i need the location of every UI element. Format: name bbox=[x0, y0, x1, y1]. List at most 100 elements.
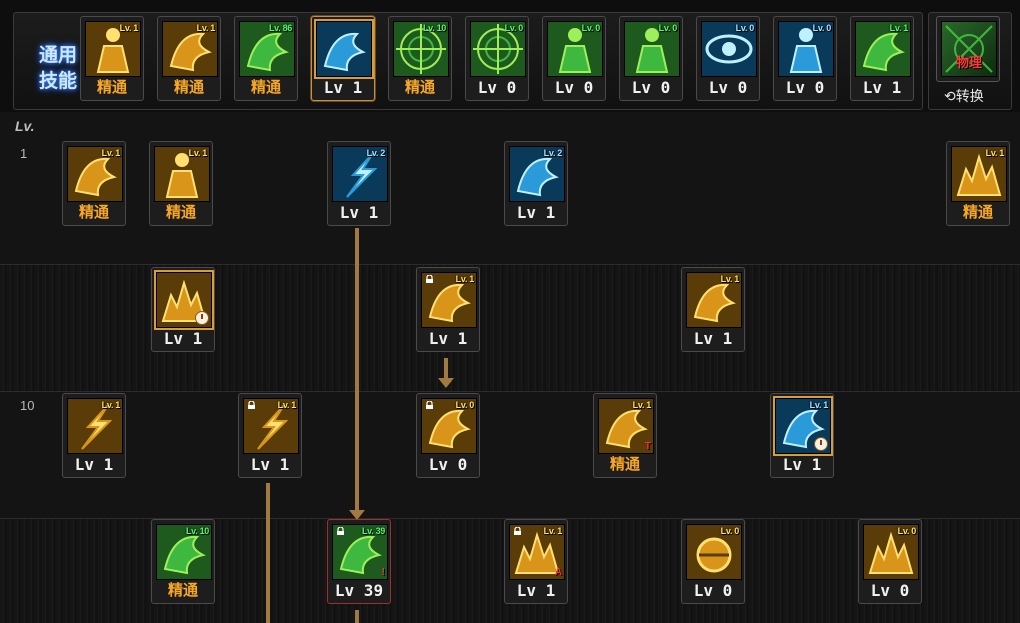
lock-icon bbox=[513, 527, 522, 535]
skill-level-label: Lv 1 bbox=[516, 581, 556, 600]
switch-label[interactable]: ⟲转换 bbox=[944, 86, 984, 106]
skill-level-badge: Lv. 10 bbox=[422, 23, 446, 33]
tree-skill-slot[interactable]: Lv. 1 Lv 1 bbox=[770, 393, 834, 478]
tree-skill-slot[interactable]: Lv. 39! Lv 39 bbox=[327, 519, 391, 604]
switch-type-button[interactable]: 物理 bbox=[936, 16, 1000, 82]
strength-body-icon: Lv. 1 bbox=[154, 146, 210, 202]
tree-skill-slot[interactable]: Lv. 0 Lv 0 bbox=[416, 393, 480, 478]
common-skill-slot[interactable]: Lv. 0 Lv 0 bbox=[619, 16, 683, 101]
skill-type-mark: ! bbox=[381, 567, 385, 578]
skill-level-label: 精通 bbox=[167, 581, 198, 599]
tree-skill-slot[interactable]: Lv. 1 Lv 1 bbox=[681, 267, 745, 352]
skill-level-badge: Lv. 1 bbox=[101, 148, 121, 158]
skill-level-label: Lv 0 bbox=[693, 581, 733, 600]
skill-level-badge: Lv. 1 bbox=[889, 23, 909, 33]
gauntlet-icon: Lv. 1 T bbox=[598, 398, 654, 454]
connector-arrow bbox=[438, 378, 454, 388]
silhouette-icon: Lv. 0 bbox=[624, 21, 680, 77]
common-skill-slot[interactable]: Lv. 10 精通 bbox=[388, 16, 452, 101]
common-skill-slot[interactable]: Lv. 0 Lv 0 bbox=[696, 16, 760, 101]
body-figure-icon: Lv. 0 bbox=[778, 21, 834, 77]
skill-level-label: Lv 39 bbox=[334, 581, 384, 600]
skill-level-label: 精通 bbox=[404, 78, 435, 96]
cannon-icon: Lv. 1 bbox=[686, 272, 742, 328]
skill-level-badge: Lv. 86 bbox=[268, 23, 292, 33]
skill-connector-line bbox=[266, 483, 270, 623]
explosion-icon bbox=[154, 270, 214, 330]
claw-slash-icon: Lv. 1 bbox=[243, 398, 299, 454]
skill-level-label: Lv 1 bbox=[250, 455, 290, 474]
skill-connector-line bbox=[444, 358, 448, 380]
skill-connector-line bbox=[355, 610, 359, 623]
speed-dash-icon: Lv. 1 bbox=[421, 272, 477, 328]
tree-row-3 bbox=[0, 392, 1020, 518]
skill-level-badge: Lv. 2 bbox=[366, 148, 386, 158]
skill-level-badge: Lv. 1 bbox=[196, 23, 216, 33]
tree-skill-slot[interactable]: Lv. 2 Lv 1 bbox=[327, 141, 391, 226]
tree-skill-slot[interactable]: Lv. 1 A Lv 1 bbox=[504, 519, 568, 604]
skill-level-label: Lv 1 bbox=[693, 329, 733, 348]
skill-level-label: Lv 1 bbox=[339, 203, 379, 222]
tree-skill-slot[interactable]: Lv. 1 Lv 1 bbox=[238, 393, 302, 478]
skill-level-label: 精通 bbox=[165, 203, 196, 221]
skill-level-badge: Lv. 1 bbox=[543, 526, 563, 536]
crosshair-icon: Lv. 0 bbox=[470, 21, 526, 77]
tree-skill-slot[interactable]: Lv. 1 精通 bbox=[149, 141, 213, 226]
footstep-icon: Lv. 1 bbox=[855, 21, 911, 77]
skill-level-badge: Lv. 0 bbox=[581, 23, 601, 33]
ground-smash-icon: Lv. 0 bbox=[421, 398, 477, 454]
silhouette-icon: Lv. 0 bbox=[547, 21, 603, 77]
skill-level-badge: Lv. 0 bbox=[735, 23, 755, 33]
lightning-strike-icon: Lv. 1 bbox=[67, 398, 123, 454]
tree-skill-slot[interactable]: Lv. 0 Lv 0 bbox=[681, 519, 745, 604]
common-skill-slot[interactable]: Lv. 0 Lv 0 bbox=[542, 16, 606, 101]
skill-level-label: Lv 1 bbox=[862, 78, 902, 97]
skill-level-label: 精通 bbox=[250, 78, 281, 96]
skill-level-badge: Lv. 1 bbox=[632, 400, 652, 410]
fire-burst-icon: Lv. 1 bbox=[951, 146, 1007, 202]
tree-skill-slot[interactable]: Lv. 1 Lv 1 bbox=[62, 393, 126, 478]
tree-skill-slot[interactable]: Lv. 1 精通 bbox=[62, 141, 126, 226]
skill-level-label: 精通 bbox=[173, 78, 204, 96]
tree-skill-slot[interactable]: Lv. 10 精通 bbox=[151, 519, 215, 604]
cooldown-clock-icon bbox=[195, 311, 209, 325]
common-skill-slot[interactable]: Lv. 1 精通 bbox=[157, 16, 221, 101]
tree-skill-slot[interactable]: Lv. 2 Lv 1 bbox=[504, 141, 568, 226]
skill-level-label: Lv 0 bbox=[870, 581, 910, 600]
tree-skill-slot[interactable]: Lv. 1 Lv 1 bbox=[416, 267, 480, 352]
tree-skill-slot[interactable]: Lv 1 bbox=[151, 267, 215, 352]
skill-level-badge: Lv. 1 bbox=[101, 400, 121, 410]
skill-level-badge: Lv. 1 bbox=[277, 400, 297, 410]
tree-skill-slot[interactable]: Lv. 0 Lv 0 bbox=[858, 519, 922, 604]
arm-strength-icon: Lv. 1 bbox=[162, 21, 218, 77]
row-level-label: 1 bbox=[20, 146, 28, 161]
cooldown-clock-icon bbox=[814, 437, 828, 451]
leg-kick-icon: Lv. 86 bbox=[239, 21, 295, 77]
skill-level-label: Lv 1 bbox=[428, 329, 468, 348]
tree-skill-slot[interactable]: Lv. 1 精通 bbox=[946, 141, 1010, 226]
skill-level-badge: Lv. 1 bbox=[985, 148, 1005, 158]
common-skill-slot[interactable]: Lv 1 bbox=[311, 16, 375, 101]
wings-burst-icon bbox=[314, 19, 374, 79]
skill-level-label: 精通 bbox=[96, 78, 127, 96]
skill-level-badge: Lv. 0 bbox=[658, 23, 678, 33]
common-skill-slot[interactable]: Lv. 0 Lv 0 bbox=[465, 16, 529, 101]
tree-skill-slot[interactable]: Lv. 1 T 精通 bbox=[593, 393, 657, 478]
common-skill-slot[interactable]: Lv. 0 Lv 0 bbox=[773, 16, 837, 101]
muscle-arm-icon: Lv. 1 bbox=[67, 146, 123, 202]
skill-level-badge: Lv. 0 bbox=[455, 400, 475, 410]
uppercut-icon: Lv. 2 bbox=[509, 146, 565, 202]
skill-level-badge: Lv. 1 bbox=[809, 400, 829, 410]
slash-kick-icon: Lv. 2 bbox=[332, 146, 388, 202]
skill-level-label: Lv 1 bbox=[516, 203, 556, 222]
common-skill-slot[interactable]: Lv. 86 精通 bbox=[234, 16, 298, 101]
lock-icon bbox=[425, 275, 434, 283]
skill-level-label: Lv 0 bbox=[554, 78, 594, 97]
skill-level-label: Lv 1 bbox=[782, 455, 822, 474]
skill-level-badge: Lv. 1 bbox=[119, 23, 139, 33]
common-skill-slot[interactable]: Lv. 1 Lv 1 bbox=[850, 16, 914, 101]
skill-level-badge: Lv. 0 bbox=[504, 23, 524, 33]
common-skills-title-line1: 通用 bbox=[38, 45, 77, 66]
common-skill-slot[interactable]: Lv. 1 精通 bbox=[80, 16, 144, 101]
skill-level-badge: Lv. 0 bbox=[720, 526, 740, 536]
